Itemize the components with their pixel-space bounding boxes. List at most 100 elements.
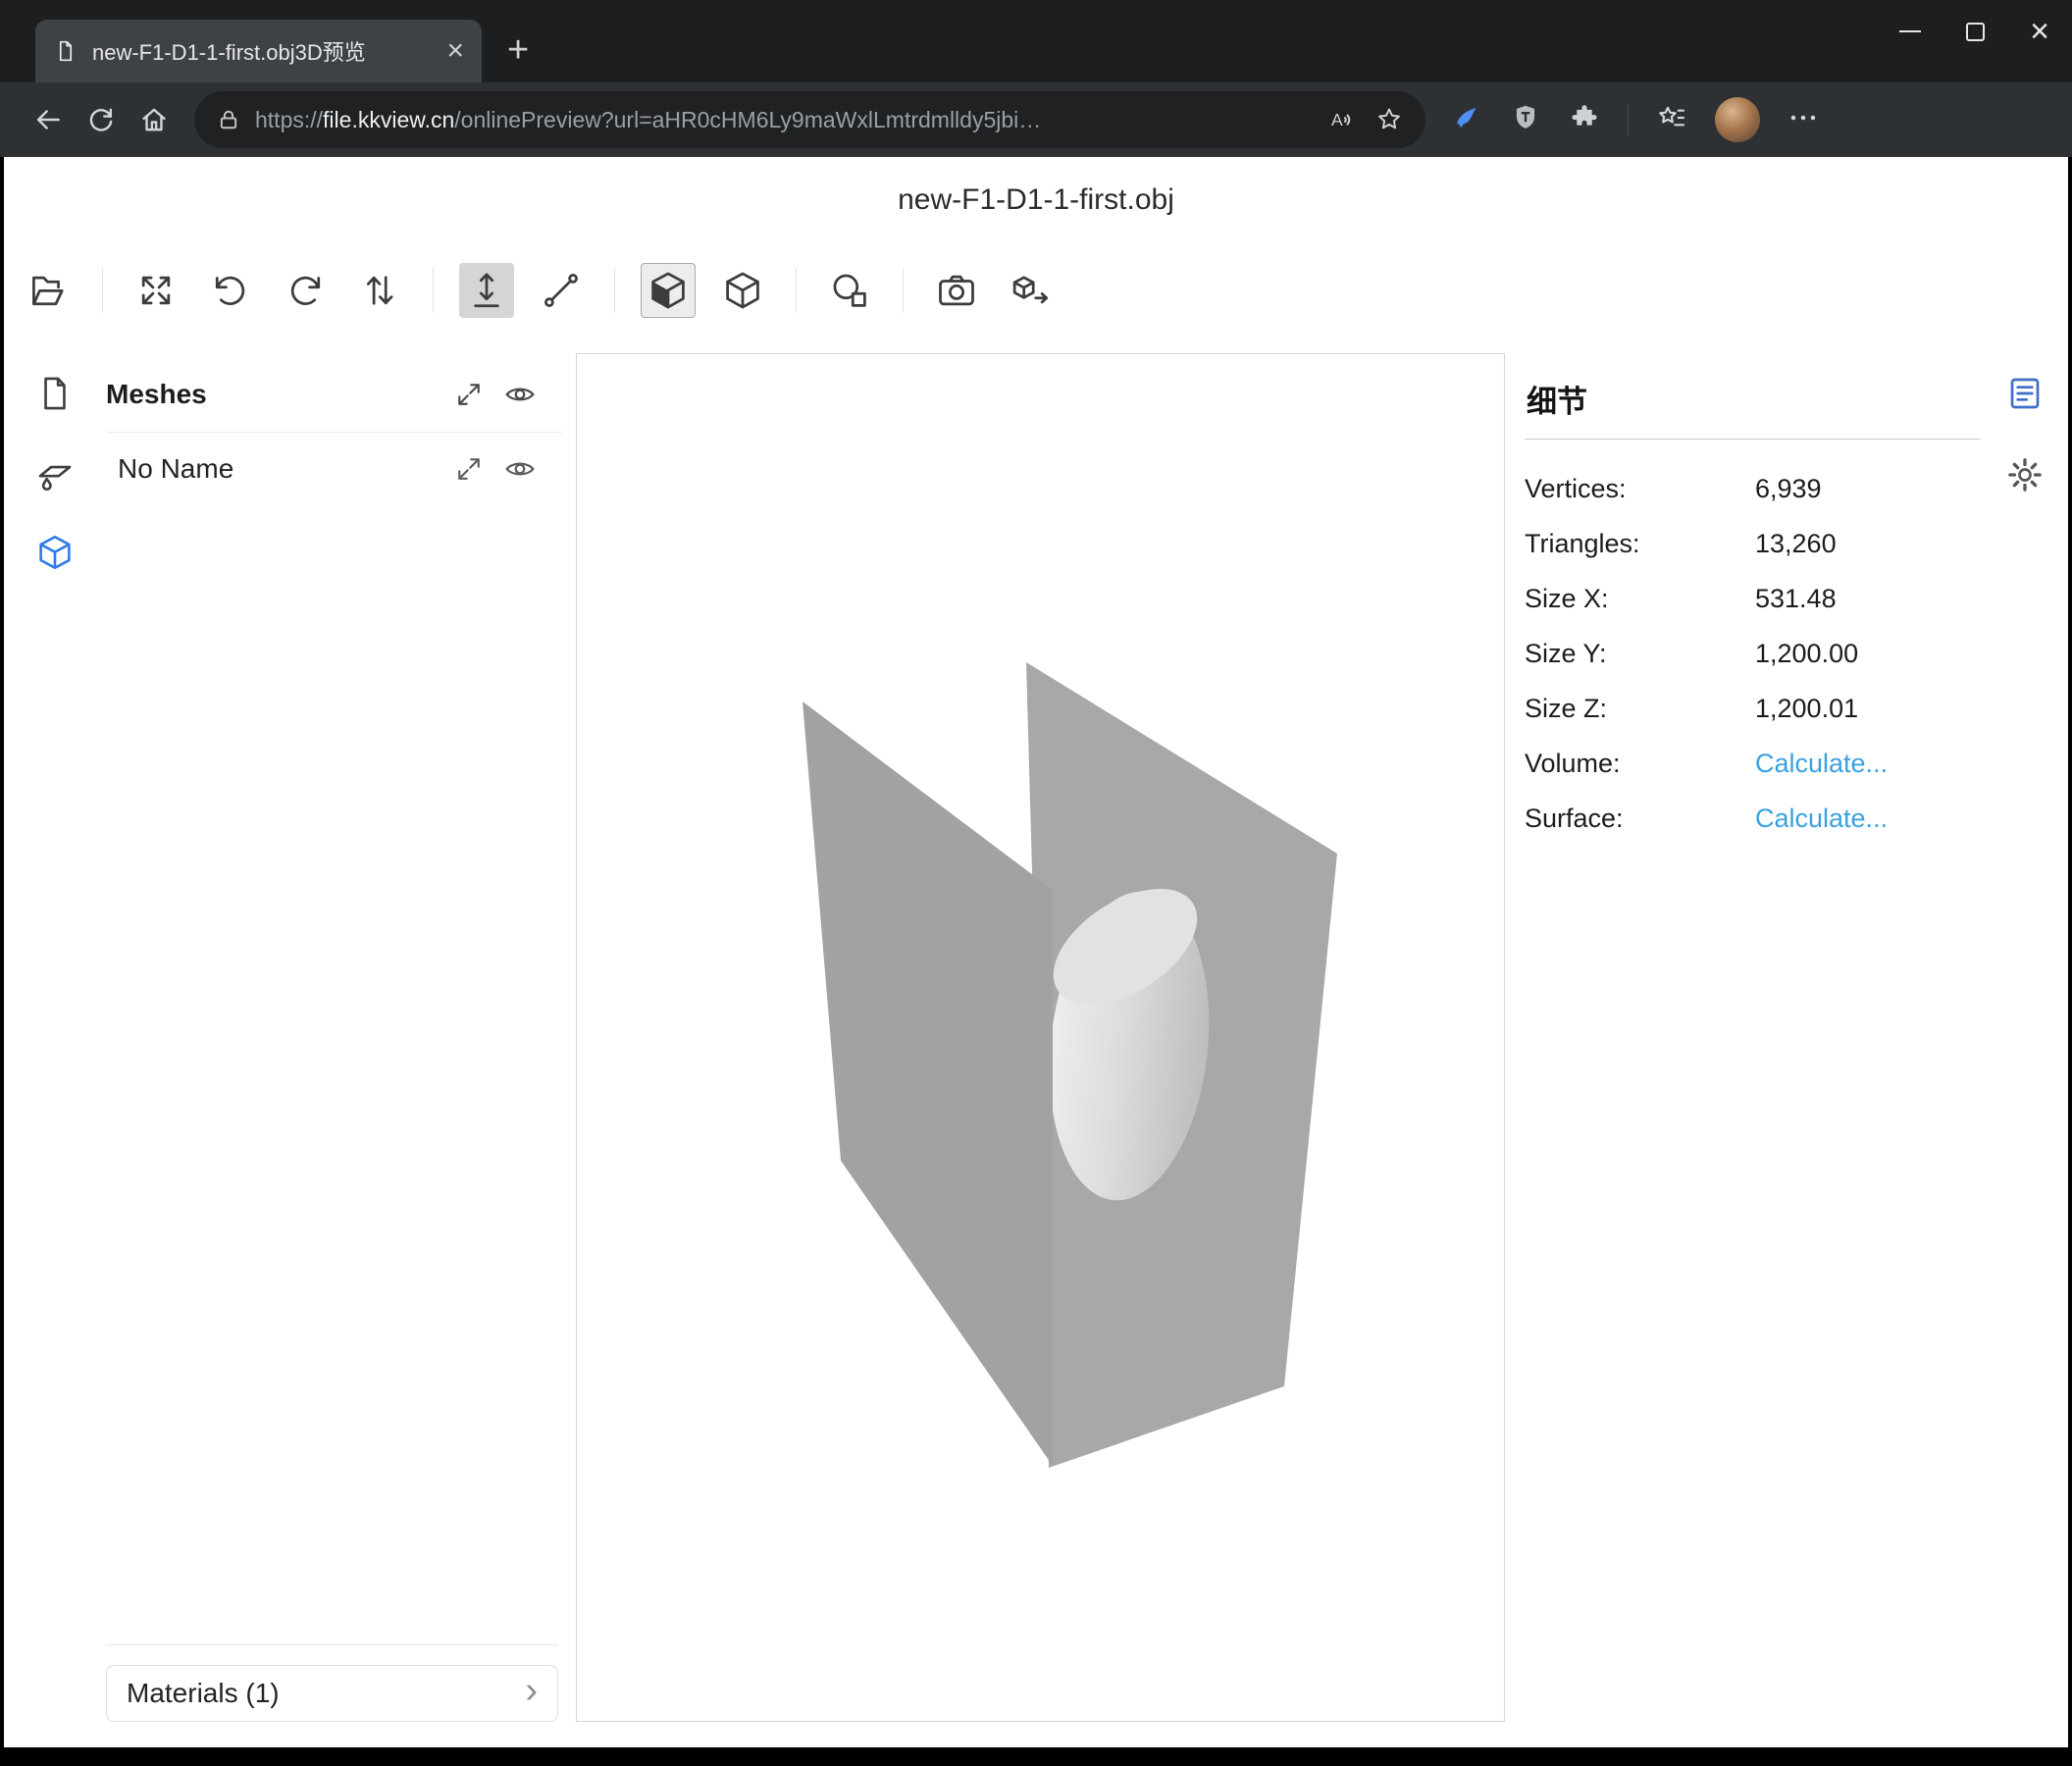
camera-icon (935, 269, 978, 312)
eye-icon (503, 452, 537, 486)
detail-value: 1,200.01 (1755, 694, 1981, 724)
fit-mesh-button[interactable] (454, 454, 484, 484)
fit-arrows-icon (454, 454, 484, 484)
measure-line-icon (540, 269, 583, 312)
screenshot-button[interactable] (929, 263, 984, 318)
meshes-panel: Meshes No Name (106, 353, 562, 1722)
rotate-right-button[interactable] (278, 263, 333, 318)
detail-label: Volume: (1525, 749, 1755, 779)
minimize-button[interactable] (1878, 0, 1942, 63)
toolbar-separator (102, 268, 103, 313)
svg-text:A: A (1331, 110, 1343, 130)
viewport-3d[interactable] (576, 353, 1505, 1722)
detail-value: 6,939 (1755, 474, 1981, 504)
materials-divider (106, 1644, 558, 1645)
page-title: new-F1-D1-1-first.obj (898, 183, 1174, 217)
refresh-button[interactable] (75, 93, 128, 146)
zoom-window-button[interactable] (822, 263, 877, 318)
surface-calculate-link[interactable]: Calculate... (1755, 804, 1981, 834)
mesh-name: No Name (118, 453, 435, 485)
window-controls: × (1878, 0, 2072, 63)
details-row: Triangles: 13,260 (1525, 516, 1981, 571)
tab-close-button[interactable]: × (446, 36, 464, 66)
browser-titlebar: new-F1-D1-1-first.obj3D预览 × + × (0, 0, 2072, 82)
measure-tool-button[interactable] (534, 263, 589, 318)
chevron-right-icon: › (525, 1672, 538, 1709)
address-bar[interactable]: https://file.kkview.cn/onlinePreview?url… (194, 91, 1425, 148)
maximize-button[interactable] (1942, 0, 2007, 63)
url-path: /onlinePreview?url=aHR0cHM6Ly9maWxlLmtrd… (454, 107, 1041, 132)
detail-label: Vertices: (1525, 474, 1755, 504)
volume-calculate-link[interactable]: Calculate... (1755, 749, 1981, 779)
details-panel: 细节 Vertices: 6,939 Triangles: 13,260 Siz… (1525, 353, 1981, 1722)
meshes-panel-spacer (106, 501, 562, 1644)
right-panel-rail (1981, 353, 2068, 1722)
export-model-button[interactable] (1004, 263, 1059, 318)
details-rows: Vertices: 6,939 Triangles: 13,260 Size X… (1525, 461, 1981, 846)
flip-up-direction-button[interactable] (352, 263, 407, 318)
browser-tab[interactable]: new-F1-D1-1-first.obj3D预览 × (35, 20, 482, 82)
toggle-all-visibility-button[interactable] (503, 378, 537, 411)
home-icon (138, 104, 170, 135)
fit-all-meshes-button[interactable] (454, 380, 484, 409)
fit-view-icon (134, 269, 178, 312)
materials-panel-button[interactable] (32, 450, 78, 495)
tampermonkey-extension-button[interactable] (1510, 102, 1541, 138)
home-button[interactable] (128, 93, 181, 146)
details-list-icon (2005, 374, 2045, 413)
viewer-main: Meshes No Name (4, 338, 2068, 1747)
details-panel-button[interactable] (2002, 371, 2047, 416)
favorite-star-icon (1374, 105, 1404, 134)
back-icon (32, 104, 64, 135)
translate-extension-icon (1451, 102, 1482, 133)
menu-dots-icon (1787, 102, 1819, 133)
solid-view-cube-icon (647, 269, 690, 312)
move-tool-button[interactable] (459, 263, 514, 318)
wireframe-view-button[interactable] (715, 263, 770, 318)
extensions-puzzle-button[interactable] (1569, 102, 1600, 138)
favorite-star-button[interactable] (1374, 105, 1404, 134)
materials-label: Materials (1) (127, 1678, 525, 1709)
back-button[interactable] (22, 93, 75, 146)
toolbar-separator (796, 268, 797, 313)
files-panel-button[interactable] (32, 371, 78, 416)
viewer-toolbar (4, 243, 2068, 338)
extensions-area (1451, 97, 1819, 142)
viewer-page: new-F1-D1-1-first.obj (4, 157, 2068, 1747)
toolbar-separator (614, 268, 615, 313)
open-model-icon (27, 269, 71, 312)
browser-menu-button[interactable] (1787, 102, 1819, 138)
details-row: Size Y: 1,200.00 (1525, 626, 1981, 681)
fit-view-button[interactable] (129, 263, 183, 318)
details-row: Size Z: 1,200.01 (1525, 681, 1981, 736)
materials-button[interactable]: Materials (1) › (106, 1665, 558, 1722)
details-row: Vertices: 6,939 (1525, 461, 1981, 516)
meshes-header-label: Meshes (106, 379, 435, 410)
mesh-list-item[interactable]: No Name (106, 437, 562, 501)
favorites-bar-button[interactable] (1656, 102, 1687, 138)
detail-label: Size X: (1525, 584, 1755, 614)
puzzle-icon (1569, 102, 1600, 133)
page-title-row: new-F1-D1-1-first.obj (4, 157, 2068, 243)
open-model-button[interactable] (22, 263, 77, 318)
file-icon (34, 373, 76, 414)
favorites-list-icon (1656, 102, 1687, 133)
settings-panel-button[interactable] (2002, 452, 2047, 497)
rotate-left-button[interactable] (203, 263, 258, 318)
toolbar-separator (433, 268, 434, 313)
translate-extension-button[interactable] (1451, 102, 1482, 138)
profile-avatar[interactable] (1715, 97, 1760, 142)
meshes-panel-button[interactable] (32, 530, 78, 575)
rotate-left-icon (209, 269, 252, 312)
meshes-header-divider (106, 432, 562, 433)
read-aloud-button[interactable]: A (1327, 105, 1357, 134)
gear-icon (2005, 455, 2045, 494)
window-close-button[interactable]: × (2007, 0, 2072, 63)
solid-view-button[interactable] (641, 263, 696, 318)
toggle-mesh-visibility-button[interactable] (503, 452, 537, 486)
tampermonkey-shield-icon (1510, 102, 1541, 133)
detail-value: 1,200.00 (1755, 639, 1981, 669)
wireframe-cube-icon (721, 269, 764, 312)
new-tab-button[interactable]: + (507, 31, 529, 69)
minimize-icon (1899, 30, 1921, 32)
